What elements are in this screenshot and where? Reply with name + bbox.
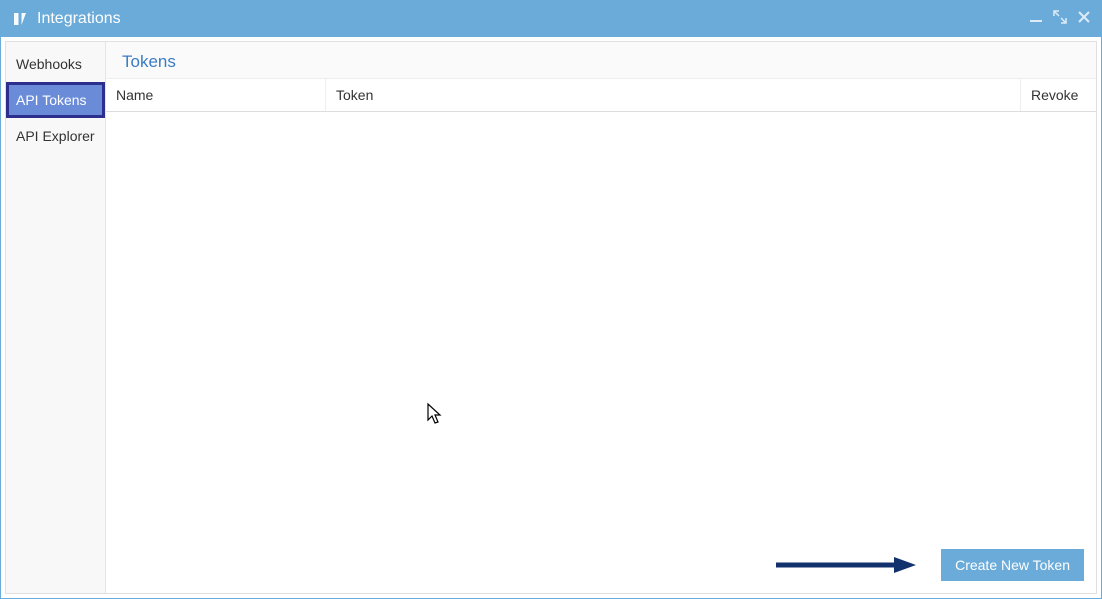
column-header-name[interactable]: Name <box>106 79 326 111</box>
content-area: Webhooks API Tokens API Explorer Tokens … <box>5 41 1097 594</box>
sidebar-item-label: API Tokens <box>16 92 87 108</box>
sidebar-item-api-tokens[interactable]: API Tokens <box>6 82 105 118</box>
sidebar: Webhooks API Tokens API Explorer <box>6 42 106 593</box>
minimize-icon[interactable] <box>1029 10 1043 29</box>
table-header-row: Name Token Revoke <box>106 79 1096 112</box>
column-header-token[interactable]: Token <box>326 79 1021 111</box>
sidebar-item-label: API Explorer <box>16 128 95 144</box>
close-icon[interactable] <box>1077 10 1091 29</box>
sidebar-item-api-explorer[interactable]: API Explorer <box>6 118 105 154</box>
integrations-window: Integrations Webhooks <box>0 0 1102 599</box>
window-controls <box>1029 10 1091 29</box>
main-panel: Tokens Name Token Revoke Create New Toke… <box>106 42 1096 593</box>
page-heading: Tokens <box>106 42 1096 79</box>
window-title: Integrations <box>37 10 1029 28</box>
app-icon <box>11 10 29 28</box>
table-body <box>106 112 1096 593</box>
sidebar-item-webhooks[interactable]: Webhooks <box>6 46 105 82</box>
titlebar: Integrations <box>1 1 1101 37</box>
sidebar-item-label: Webhooks <box>16 56 82 72</box>
column-header-revoke[interactable]: Revoke <box>1021 79 1096 111</box>
create-new-token-button[interactable]: Create New Token <box>941 549 1084 581</box>
maximize-icon[interactable] <box>1053 10 1067 29</box>
